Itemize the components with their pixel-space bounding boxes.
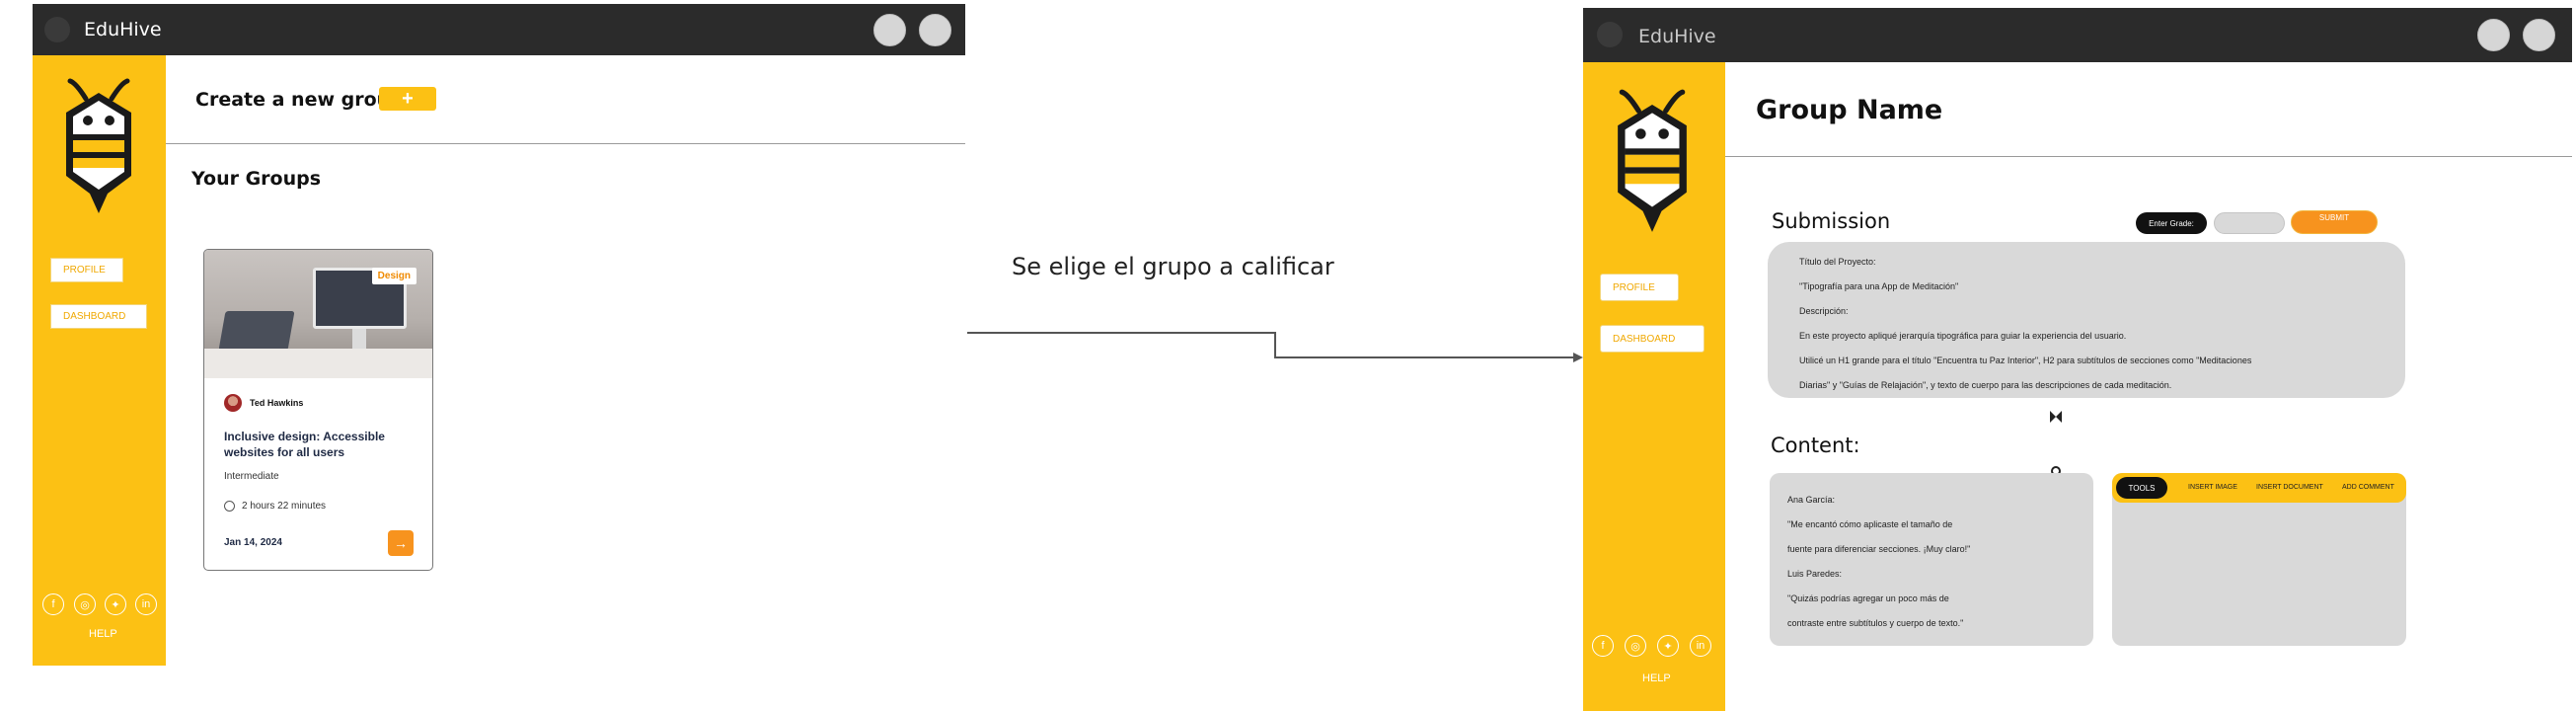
insert-image-button[interactable]: INSERT IMAGE bbox=[2188, 484, 2237, 491]
submission-line: "Tipografía para una App de Meditación" bbox=[1799, 281, 1959, 291]
group-name-title: Group Name bbox=[1756, 95, 1943, 125]
comment-line: "Me encantó cómo aplicaste el tamaño de bbox=[1787, 519, 1953, 529]
account-button[interactable] bbox=[2523, 19, 2555, 51]
submission-line: Título del Proyecto: bbox=[1799, 257, 1876, 267]
editor-panel[interactable]: TOOLS INSERT IMAGE INSERT DOCUMENT ADD C… bbox=[2112, 473, 2406, 646]
submission-line: Utilicé un H1 grande para el título "Enc… bbox=[1799, 356, 2252, 365]
arrowhead-icon bbox=[1573, 353, 1583, 362]
app-logo-icon bbox=[1597, 22, 1623, 47]
flow-annotation: Se elige el grupo a calificar bbox=[1012, 253, 1334, 280]
sidebar-item-profile[interactable]: PROFILE bbox=[1600, 274, 1679, 301]
submission-line: Diarias" y "Guías de Relajación", y text… bbox=[1799, 380, 2172, 390]
facebook-icon[interactable]: f bbox=[1592, 635, 1614, 657]
linkedin-icon[interactable]: in bbox=[1690, 635, 1711, 657]
comment-line: "Quizás podrías agregar un poco más de bbox=[1787, 593, 1949, 603]
submission-panel: Título del Proyecto: "Tipografía para un… bbox=[1768, 242, 2405, 398]
content-heading: Content: bbox=[1771, 434, 1860, 457]
divider bbox=[1725, 156, 2572, 157]
enter-grade-label: Enter Grade: bbox=[2136, 212, 2207, 234]
help-link[interactable]: HELP bbox=[1642, 672, 1671, 684]
grading-screen: EduHive PROFILE DASHBOARD f ◎ ✦ in HELP … bbox=[1583, 8, 2572, 711]
bee-logo-icon bbox=[1618, 89, 1687, 232]
comment-line: Luis Paredes: bbox=[1787, 569, 1843, 579]
add-comment-button[interactable]: ADD COMMENT bbox=[2342, 484, 2394, 491]
brand-name: EduHive bbox=[1638, 26, 1716, 47]
comment-line: Ana García: bbox=[1787, 495, 1836, 505]
grade-input[interactable] bbox=[2214, 212, 2285, 234]
twitter-icon[interactable]: ✦ bbox=[1657, 635, 1679, 657]
submit-button[interactable]: SUBMIT bbox=[2291, 210, 2378, 234]
submission-line: Descripción: bbox=[1799, 306, 1849, 316]
submission-heading: Submission bbox=[1772, 209, 1891, 233]
resize-handle-icon[interactable] bbox=[2049, 410, 2063, 424]
submission-line: En este proyecto apliqué jerarquía tipog… bbox=[1799, 331, 2127, 341]
top-bar: EduHive bbox=[1583, 8, 2572, 62]
insert-document-button[interactable]: INSERT DOCUMENT bbox=[2256, 484, 2323, 491]
tools-button[interactable]: TOOLS bbox=[2116, 477, 2167, 499]
sidebar: PROFILE DASHBOARD f ◎ ✦ in HELP bbox=[1583, 62, 1725, 711]
sidebar-item-dashboard[interactable]: DASHBOARD bbox=[1600, 325, 1705, 353]
flow-arrow-line bbox=[967, 332, 1577, 358]
comment-line: fuente para diferenciar secciones. ¡Muy … bbox=[1787, 544, 1971, 554]
comments-panel: Ana García: "Me encantó cómo aplicaste e… bbox=[1770, 473, 2093, 646]
notification-button[interactable] bbox=[2477, 19, 2510, 51]
instagram-icon[interactable]: ◎ bbox=[1625, 635, 1646, 657]
comment-line: contraste entre subtítulos y cuerpo de t… bbox=[1787, 618, 1964, 628]
